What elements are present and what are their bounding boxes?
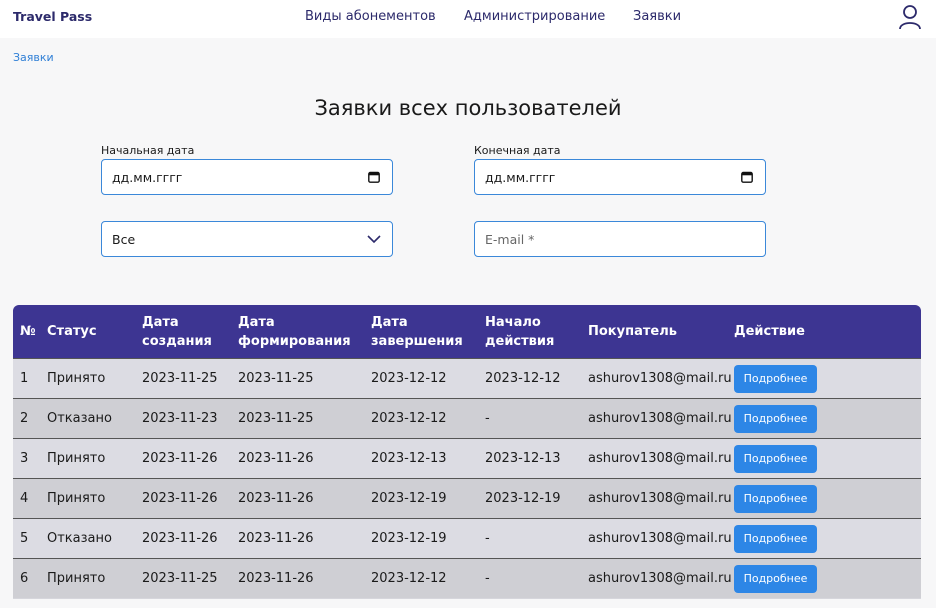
cell-num: 2	[20, 411, 29, 426]
cell-status: Отказано	[47, 531, 112, 546]
cell-status: Принято	[47, 571, 106, 586]
cell-start: -	[485, 571, 490, 586]
header-status: Статус	[47, 324, 97, 339]
header-action: Действие	[734, 324, 805, 339]
cell-created: 2023-11-26	[142, 491, 218, 506]
cell-completed: 2023-12-19	[371, 491, 447, 506]
table-row: 1 Принято 2023-11-25 2023-11-25 2023-12-…	[13, 358, 921, 398]
cell-completed: 2023-12-13	[371, 451, 447, 466]
cell-created: 2023-11-23	[142, 411, 218, 426]
cell-formed: 2023-11-25	[238, 371, 314, 386]
nav-link-administration[interactable]: Администрирование	[464, 9, 605, 24]
header-created: Дата создания	[142, 315, 212, 349]
page-title: Заявки всех пользователей	[314, 96, 622, 120]
cell-status: Отказано	[47, 411, 112, 426]
cell-formed: 2023-11-26	[238, 531, 314, 546]
table-header: № Статус Дата создания Дата формирования Д…	[13, 305, 921, 358]
cell-buyer: ashurov1308@mail.ru	[588, 531, 732, 546]
start-date-value: дд.мм.гггг	[112, 170, 183, 185]
cell-created: 2023-11-25	[142, 571, 218, 586]
cell-num: 6	[20, 571, 29, 586]
table-row: 5 Отказано 2023-11-26 2023-11-26 2023-12…	[13, 518, 921, 558]
details-button[interactable]: Подробнее	[734, 525, 817, 553]
header-formed: Дата формирования	[238, 315, 351, 349]
cell-status: Принято	[47, 491, 106, 506]
cell-created: 2023-11-26	[142, 531, 218, 546]
brand-logo[interactable]: Travel Pass	[13, 9, 92, 24]
table-row: 4 Принято 2023-11-26 2023-11-26 2023-12-…	[13, 478, 921, 518]
end-date-field[interactable]: дд.мм.гггг	[474, 159, 766, 195]
cell-formed: 2023-11-25	[238, 411, 314, 426]
cell-start: 2023-12-12	[485, 371, 561, 386]
cell-formed: 2023-11-26	[238, 571, 314, 586]
details-button[interactable]: Подробнее	[734, 365, 817, 393]
cell-start: 2023-12-13	[485, 451, 561, 466]
start-date-label: Начальная дата	[101, 144, 195, 157]
start-date-field[interactable]: дд.мм.гггг	[101, 159, 393, 195]
calendar-icon[interactable]	[741, 171, 753, 183]
cell-formed: 2023-11-26	[238, 491, 314, 506]
cell-num: 5	[20, 531, 29, 546]
table-row: 2 Отказано 2023-11-23 2023-11-25 2023-12…	[13, 398, 921, 438]
table-row: 6 Принято 2023-11-25 2023-11-26 2023-12-…	[13, 558, 921, 598]
cell-created: 2023-11-26	[142, 451, 218, 466]
cell-buyer: ashurov1308@mail.ru	[588, 491, 732, 506]
requests-table: № Статус Дата создания Дата формирования Д…	[13, 305, 921, 599]
end-date-label: Конечная дата	[474, 144, 561, 157]
details-button[interactable]: Подробнее	[734, 405, 817, 433]
cell-buyer: ashurov1308@mail.ru	[588, 371, 732, 386]
cell-num: 3	[20, 451, 29, 466]
status-select[interactable]: Все	[101, 221, 393, 257]
nav-link-requests[interactable]: Заявки	[633, 9, 681, 24]
cell-status: Принято	[47, 451, 106, 466]
cell-start: 2023-12-19	[485, 491, 561, 506]
status-select-value: Все	[112, 232, 136, 247]
cell-num: 4	[20, 491, 29, 506]
end-date-value: дд.мм.гггг	[485, 170, 556, 185]
details-button[interactable]: Подробнее	[734, 445, 817, 473]
cell-completed: 2023-12-12	[371, 411, 447, 426]
header-num: №	[20, 324, 36, 339]
navbar: Travel Pass Виды абонементов Администрир…	[0, 0, 936, 38]
user-icon[interactable]	[898, 4, 922, 30]
header-start: Начало действия	[485, 315, 555, 349]
cell-buyer: ashurov1308@mail.ru	[588, 451, 732, 466]
cell-formed: 2023-11-26	[238, 451, 314, 466]
table-row: 3 Принято 2023-11-26 2023-11-26 2023-12-…	[13, 438, 921, 478]
breadcrumb[interactable]: Заявки	[13, 51, 54, 64]
email-field[interactable]: E-mail *	[474, 221, 766, 257]
cell-buyer: ashurov1308@mail.ru	[588, 571, 732, 586]
nav-link-subscription-types[interactable]: Виды абонементов	[305, 9, 436, 24]
chevron-down-icon	[367, 235, 381, 244]
details-button[interactable]: Подробнее	[734, 485, 817, 513]
cell-completed: 2023-12-12	[371, 571, 447, 586]
cell-completed: 2023-12-12	[371, 371, 447, 386]
cell-status: Принято	[47, 371, 106, 386]
cell-start: -	[485, 531, 490, 546]
email-placeholder: E-mail *	[485, 232, 535, 247]
calendar-icon[interactable]	[368, 171, 380, 183]
cell-created: 2023-11-25	[142, 371, 218, 386]
cell-completed: 2023-12-19	[371, 531, 447, 546]
header-buyer: Покупатель	[588, 324, 677, 339]
header-completed: Дата завершения	[371, 315, 463, 349]
cell-buyer: ashurov1308@mail.ru	[588, 411, 732, 426]
cell-start: -	[485, 411, 490, 426]
cell-num: 1	[20, 371, 29, 386]
details-button[interactable]: Подробнее	[734, 565, 817, 593]
